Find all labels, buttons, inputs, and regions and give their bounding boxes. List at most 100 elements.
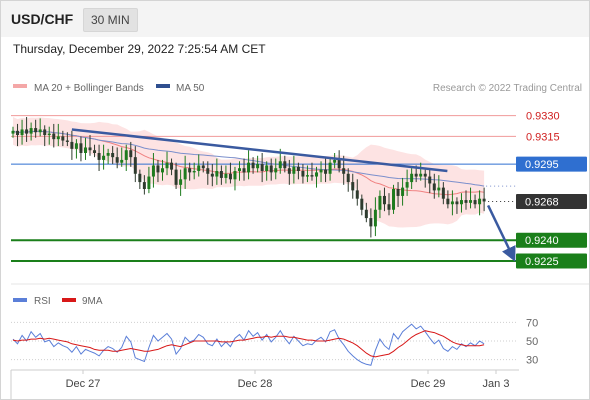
candle-body — [401, 187, 405, 196]
candle-body — [233, 171, 237, 180]
candle-body — [373, 209, 377, 227]
candle-body — [310, 175, 314, 177]
candle-body — [342, 168, 346, 174]
candle-body — [197, 165, 201, 171]
candle-body — [147, 176, 151, 189]
candle-body — [170, 162, 174, 170]
candle-body — [269, 165, 273, 173]
candle-body — [11, 130, 15, 134]
candle-body — [287, 168, 291, 174]
candle-body — [124, 150, 128, 160]
rsi-tick-label: 30 — [526, 355, 538, 367]
candle-body — [414, 173, 418, 177]
candle-body — [419, 173, 423, 177]
candle-body — [79, 143, 83, 153]
rsi-tick-label: 70 — [526, 317, 538, 329]
candle-body — [29, 128, 33, 134]
candle-body — [337, 159, 341, 169]
current-price-label: 0.9268 — [525, 196, 559, 208]
candle-body — [97, 153, 101, 160]
candle-body — [56, 136, 60, 140]
rsi-ma-line — [12, 330, 485, 358]
candle-body — [459, 200, 463, 205]
candle-body — [74, 143, 78, 149]
candle-body — [151, 165, 155, 177]
candle-body — [183, 168, 187, 180]
candle-body — [301, 171, 305, 177]
candle-body — [396, 189, 400, 196]
candle-body — [165, 162, 169, 169]
rsi-panel: 70 50 30 — [11, 317, 538, 367]
candle-body — [215, 171, 219, 177]
ma20-legend-swatch — [13, 84, 27, 88]
rsi-legend-label: RSI — [34, 296, 51, 307]
candle-body — [315, 172, 319, 177]
candle-body — [378, 195, 382, 210]
ma50-legend-swatch — [156, 84, 170, 88]
candle-body — [256, 164, 260, 169]
candle-body — [482, 198, 486, 202]
candle-body — [16, 130, 20, 135]
candle-body — [93, 150, 97, 153]
rsi-legend: RSI 9MA — [13, 296, 103, 307]
candle-body — [52, 133, 56, 140]
candle-body — [387, 204, 391, 210]
candle-body — [138, 173, 142, 183]
candle-body — [206, 168, 210, 174]
candle-body — [201, 165, 205, 169]
candle-body — [219, 171, 223, 178]
candle-body — [364, 209, 368, 219]
candle-body — [251, 162, 255, 169]
candle-body — [464, 200, 468, 203]
candle — [392, 184, 396, 214]
rsi-line — [12, 323, 485, 366]
candle-body — [369, 218, 373, 227]
candle-body — [265, 165, 269, 171]
candle-body — [142, 182, 146, 189]
rsi-ma-legend-label: 9MA — [82, 296, 103, 307]
candle-body — [192, 171, 196, 173]
candle-body — [43, 129, 47, 135]
candle-body — [296, 166, 300, 171]
candle-body — [120, 159, 124, 163]
candle-body — [355, 190, 359, 199]
support-label: 0.9225 — [525, 256, 559, 268]
candle-body — [224, 173, 228, 178]
candle-body — [278, 161, 282, 169]
candle-body — [70, 141, 74, 149]
candle-body — [351, 182, 355, 191]
candle-body — [174, 169, 178, 185]
candle-body — [210, 173, 214, 177]
candle-body — [160, 168, 164, 173]
candle-body — [478, 198, 482, 205]
candle-body — [129, 150, 133, 158]
pivot-label: 0.9295 — [525, 159, 559, 171]
candle-body — [405, 182, 409, 188]
chart-area: MA 20 + Bollinger Bands MA 50 Research ©… — [10, 83, 589, 399]
candle-body — [423, 173, 427, 177]
candle-body — [102, 155, 106, 160]
rsi-ma-legend-swatch — [62, 298, 76, 302]
ma20-legend-label: MA 20 + Bollinger Bands — [34, 83, 144, 94]
candle-body — [188, 168, 192, 173]
time-tick-label: Dec 28 — [238, 378, 273, 390]
candle-body — [446, 198, 450, 205]
credit-text: Research © 2022 Trading Central — [433, 83, 582, 94]
resistance-label: 0.9315 — [526, 131, 560, 143]
candle-body — [346, 173, 350, 183]
time-axis: Dec 27 Dec 28 Dec 29 Jan 3 — [66, 370, 509, 390]
rsi-legend-swatch — [13, 298, 27, 302]
ma50-legend-label: MA 50 — [176, 83, 205, 94]
candle-body — [450, 201, 454, 205]
candle-body — [156, 165, 160, 173]
candle-body — [328, 162, 332, 174]
candle-body — [469, 200, 473, 203]
candle-body — [382, 195, 386, 205]
candle-body — [260, 164, 264, 171]
candle-body — [410, 173, 414, 183]
candle-body — [38, 129, 42, 133]
price-legend: MA 20 + Bollinger Bands MA 50 Research ©… — [13, 83, 582, 94]
rsi-tick-label: 50 — [526, 336, 538, 348]
chart-widget: USD/CHF 30 MIN Thursday, December 29, 20… — [0, 0, 590, 400]
candle-body — [473, 200, 477, 205]
